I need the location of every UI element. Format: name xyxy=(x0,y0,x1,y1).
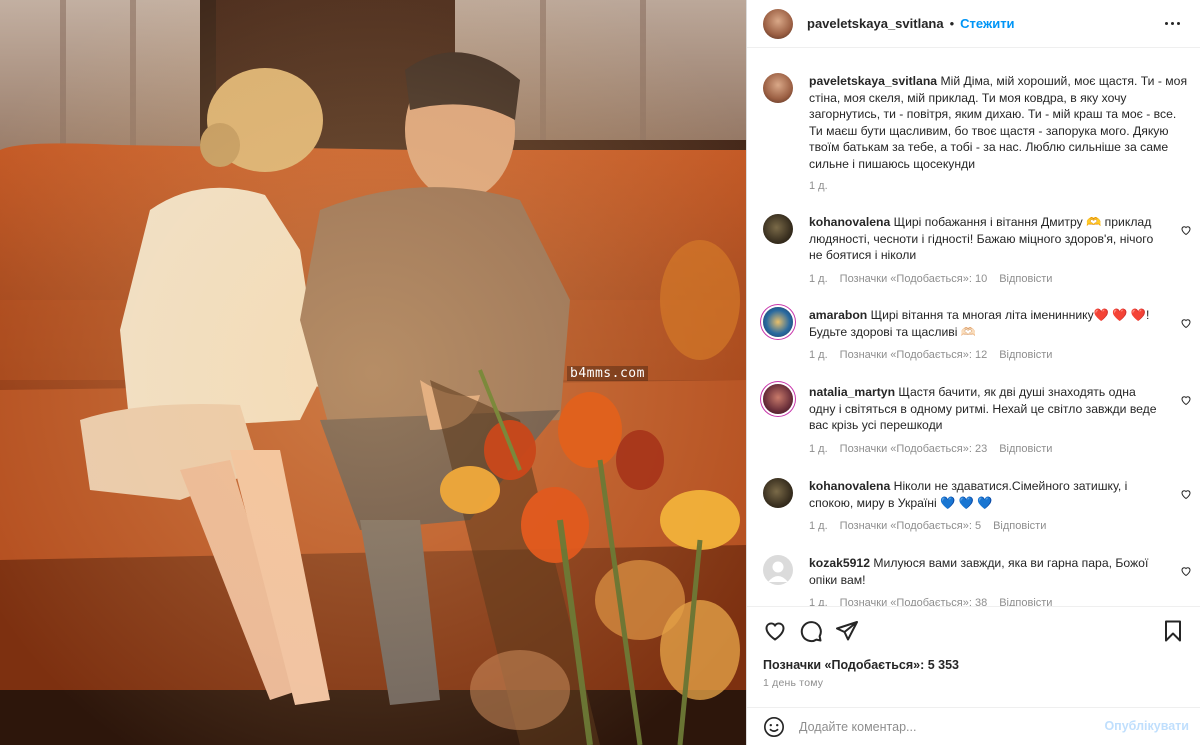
comment-meta: 1 д. Позначки «Подобається»: 38 Відповіс… xyxy=(809,597,1052,606)
post-time[interactable]: 1 день тому xyxy=(763,677,823,689)
caption-username[interactable]: paveletskaya_svitlana xyxy=(809,74,937,88)
comment-likes[interactable]: Позначки «Подобається»: 23 xyxy=(840,443,988,455)
default-avatar-icon xyxy=(768,561,788,582)
share-icon[interactable] xyxy=(835,619,859,643)
comment-meta: 1 д. Позначки «Подобається»: 12 Відповіс… xyxy=(809,349,1052,361)
comment-avatar[interactable] xyxy=(763,214,793,244)
photo-watermark: b4mms.com xyxy=(567,366,648,381)
comment-avatar[interactable] xyxy=(763,478,793,508)
reply-button[interactable]: Відповісти xyxy=(999,349,1052,361)
comment-body: kohanovalena Щирі побажання і вітання Дм… xyxy=(809,214,1159,264)
comment-time[interactable]: 1 д. xyxy=(809,273,828,285)
reply-button[interactable]: Відповісти xyxy=(999,443,1052,455)
comment-username[interactable]: kohanovalena xyxy=(809,215,890,229)
author-username[interactable]: paveletskaya_svitlana xyxy=(807,16,944,31)
caption-text: Мій Діма, мій хороший, моє щастя. Ти - м… xyxy=(809,74,1188,171)
comment-likes[interactable]: Позначки «Подобається»: 5 xyxy=(840,520,981,532)
comment-likes[interactable]: Позначки «Подобається»: 12 xyxy=(840,349,988,361)
caption-avatar[interactable] xyxy=(763,73,793,103)
header-separator: • xyxy=(949,16,955,31)
caption-body: paveletskaya_svitlana Мій Діма, мій хоро… xyxy=(809,73,1193,172)
post-side-panel: paveletskaya_svitlana • Стежити pavelets… xyxy=(746,0,1200,745)
save-bookmark-icon[interactable] xyxy=(1161,619,1185,643)
post-header: paveletskaya_svitlana • Стежити xyxy=(747,0,1200,48)
add-comment-bar: Опублікувати xyxy=(747,707,1200,746)
comment-icon[interactable] xyxy=(799,619,823,643)
author-avatar[interactable] xyxy=(763,8,793,39)
comment-avatar[interactable] xyxy=(763,307,793,337)
comment-avatar[interactable] xyxy=(763,384,793,414)
like-comment-icon[interactable] xyxy=(1180,224,1192,236)
comments-list[interactable]: paveletskaya_svitlana Мій Діма, мій хоро… xyxy=(747,49,1200,606)
comment-time[interactable]: 1 д. xyxy=(809,520,828,532)
comment-input[interactable] xyxy=(799,717,1099,737)
comment-likes[interactable]: Позначки «Подобається»: 38 xyxy=(840,597,988,606)
more-options-icon[interactable] xyxy=(1163,15,1187,33)
reply-button[interactable]: Відповісти xyxy=(999,273,1052,285)
comment-time[interactable]: 1 д. xyxy=(809,443,828,455)
like-comment-icon[interactable] xyxy=(1180,394,1192,406)
like-comment-icon[interactable] xyxy=(1180,317,1192,329)
comment-body: natalia_martyn Щастя бачити, як дві душі… xyxy=(809,384,1159,434)
caption-time[interactable]: 1 д. xyxy=(809,180,828,192)
like-comment-icon[interactable] xyxy=(1180,488,1192,500)
reply-button[interactable]: Відповісти xyxy=(999,597,1052,606)
comment-likes[interactable]: Позначки «Подобається»: 10 xyxy=(840,273,988,285)
comment-username[interactable]: amarabon xyxy=(809,308,867,322)
comment-meta: 1 д. Позначки «Подобається»: 23 Відповіс… xyxy=(809,443,1052,455)
comment-body: kohanovalena Ніколи не здаватися.Сімейно… xyxy=(809,478,1159,511)
post-likes-count[interactable]: Позначки «Подобається»: 5 353 xyxy=(763,658,959,672)
comment-body: kozak5912 Милуюся вами завжди, яка ви га… xyxy=(809,555,1159,588)
like-comment-icon[interactable] xyxy=(1180,565,1192,577)
post-actions: Позначки «Подобається»: 5 353 1 день том… xyxy=(747,606,1200,745)
reply-button[interactable]: Відповісти xyxy=(993,520,1046,532)
comment-body: amarabon Щирі вітання та многая літа іме… xyxy=(809,307,1159,340)
follow-button[interactable]: Стежити xyxy=(960,16,1014,31)
comment-meta: 1 д. Позначки «Подобається»: 5 Відповіст… xyxy=(809,520,1046,532)
comment-username[interactable]: natalia_martyn xyxy=(809,385,895,399)
comment-username[interactable]: kohanovalena xyxy=(809,479,890,493)
instagram-post-view: b4mms.com paveletskaya_svitlana • Стежит… xyxy=(0,0,1200,745)
caption-meta: 1 д. xyxy=(809,180,828,192)
comment-time[interactable]: 1 д. xyxy=(809,349,828,361)
comment-username[interactable]: kozak5912 xyxy=(809,556,870,570)
comment-avatar[interactable] xyxy=(763,555,793,585)
comment-time[interactable]: 1 д. xyxy=(809,597,828,606)
like-icon[interactable] xyxy=(763,619,787,643)
post-photo[interactable]: b4mms.com xyxy=(0,0,746,745)
post-comment-button[interactable]: Опублікувати xyxy=(1104,719,1189,733)
comment-meta: 1 д. Позначки «Подобається»: 10 Відповіс… xyxy=(809,273,1052,285)
emoji-icon[interactable] xyxy=(763,716,785,738)
